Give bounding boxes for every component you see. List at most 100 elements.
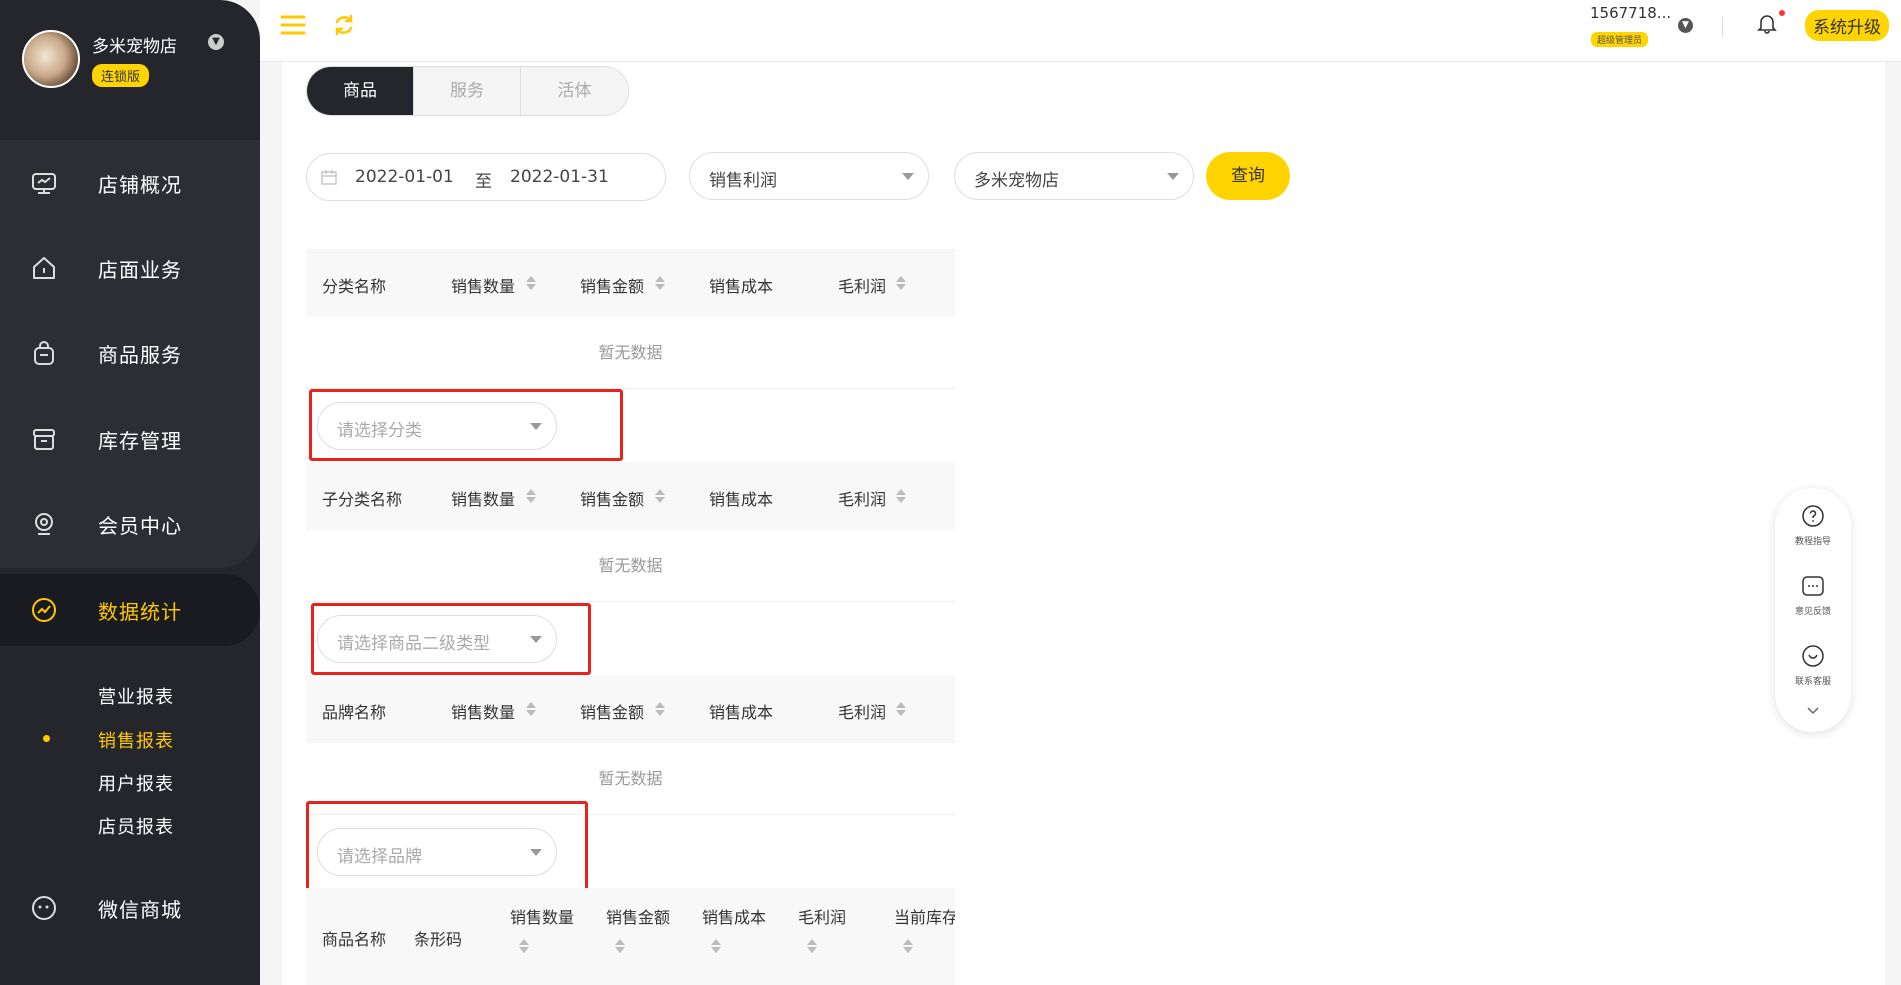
- date-end[interactable]: 2022-01-31: [510, 167, 609, 187]
- bell-icon[interactable]: [1756, 12, 1778, 34]
- column-header[interactable]: 销售数量: [510, 904, 574, 928]
- column-header: 销售成本: [709, 277, 774, 296]
- chevron-down-icon[interactable]: [1806, 706, 1820, 716]
- column-header[interactable]: 当前库存: [894, 904, 955, 928]
- help-item-tutorial[interactable]: 教程指导: [1775, 504, 1851, 547]
- help-item-customer-service[interactable]: 联系客服: [1775, 644, 1851, 687]
- sort-icon[interactable]: [895, 275, 907, 291]
- metric-select[interactable]: 销售利润: [689, 152, 929, 200]
- house-icon: [33, 257, 55, 279]
- sort-icon[interactable]: [654, 275, 666, 291]
- column-header[interactable]: 毛利润: [838, 486, 886, 510]
- brand-table-header: 品牌名称 销售数量 销售金额 销售成本 毛利润: [306, 675, 955, 743]
- notification-dot: [1779, 10, 1785, 16]
- column-header: 条形码: [414, 930, 463, 949]
- help-panel: 教程指导 意见反馈 联系客服: [1775, 488, 1851, 732]
- help-item-label: 教程指导: [1794, 537, 1831, 547]
- tab-live-animals[interactable]: 活体: [521, 67, 628, 115]
- date-start[interactable]: 2022-01-01: [355, 167, 454, 187]
- store-select[interactable]: 多米宠物店: [954, 152, 1194, 200]
- sort-icon[interactable]: [614, 938, 626, 954]
- highlight-box: [311, 603, 591, 675]
- sort-icon[interactable]: [525, 701, 537, 717]
- sidebar-subitem-sales-report[interactable]: 销售报表: [98, 727, 174, 753]
- monitor-icon: [32, 173, 56, 194]
- sort-icon[interactable]: [710, 938, 722, 954]
- sidebar-item-label: 店面业务: [98, 257, 182, 282]
- calendar-icon: [321, 170, 337, 185]
- active-indicator-dot: [43, 735, 50, 742]
- divider: [1722, 17, 1723, 37]
- column-header[interactable]: 毛利润: [798, 904, 846, 928]
- sidebar-item-inventory[interactable]: 库存管理: [0, 403, 260, 475]
- subcategory-table-header: 子分类名称 销售数量 销售金额 销售成本 毛利润: [306, 462, 955, 530]
- category-tabs: 商品 服务 活体: [306, 66, 629, 116]
- column-header[interactable]: 销售成本: [702, 904, 766, 928]
- sidebar-subitem-user-report[interactable]: 用户报表: [98, 770, 174, 796]
- sidebar-item-overview[interactable]: 店铺概况: [0, 147, 260, 219]
- tab-services[interactable]: 服务: [414, 67, 521, 115]
- sidebar-item-label: 会员中心: [98, 513, 182, 538]
- store-profile[interactable]: 多米宠物店 连锁版 ▼: [22, 28, 242, 94]
- sidebar-item-label: 微信商城: [98, 897, 182, 922]
- help-item-feedback[interactable]: 意见反馈: [1775, 574, 1851, 617]
- sidebar-item-store-business[interactable]: 店面业务: [0, 232, 260, 304]
- sort-icon[interactable]: [895, 701, 907, 717]
- chevron-down-icon[interactable]: ▼: [208, 34, 224, 50]
- menu-icon[interactable]: [280, 14, 306, 36]
- caret-down-icon: [1167, 173, 1179, 180]
- column-header[interactable]: 销售金额: [580, 699, 644, 723]
- empty-state: 暂无数据: [306, 317, 955, 389]
- sidebar-subitem-business-report[interactable]: 营业报表: [98, 683, 174, 709]
- chevron-down-icon[interactable]: ▼: [1678, 18, 1693, 33]
- column-header: 子分类名称: [322, 490, 403, 509]
- sidebar-item-wechat-mall[interactable]: 微信商城: [0, 872, 260, 944]
- user-account-name[interactable]: 1567718...: [1590, 4, 1671, 22]
- date-range-picker[interactable]: 2022-01-01 至 2022-01-31: [306, 153, 666, 201]
- sidebar-subitem-staff-report[interactable]: 店员报表: [98, 813, 174, 839]
- metric-select-value: 销售利润: [709, 171, 777, 191]
- sort-icon[interactable]: [654, 701, 666, 717]
- sidebar-item-label: 数据统计: [98, 599, 182, 624]
- tab-goods[interactable]: 商品: [307, 67, 414, 115]
- sidebar-item-label: 店铺概况: [98, 172, 182, 197]
- column-header[interactable]: 销售数量: [451, 273, 515, 297]
- highlight-box: [309, 389, 623, 461]
- sort-icon[interactable]: [654, 488, 666, 504]
- service-icon: [1802, 645, 1824, 667]
- sort-icon[interactable]: [806, 938, 818, 954]
- column-header[interactable]: 销售金额: [580, 273, 644, 297]
- sidebar-item-member-center[interactable]: 会员中心: [0, 488, 260, 560]
- chat-icon: [32, 896, 56, 920]
- column-header[interactable]: 销售数量: [451, 486, 515, 510]
- column-header[interactable]: 毛利润: [838, 699, 886, 723]
- sort-icon[interactable]: [525, 488, 537, 504]
- column-header: 销售成本: [709, 490, 774, 509]
- question-icon: [1802, 505, 1824, 527]
- sort-icon[interactable]: [902, 938, 914, 954]
- box-icon: [33, 429, 55, 450]
- sidebar-item-data-statistics[interactable]: 数据统计: [0, 574, 260, 646]
- column-header: 品牌名称: [322, 703, 387, 722]
- system-upgrade-button[interactable]: 系统升级: [1805, 10, 1889, 41]
- column-header[interactable]: 销售金额: [606, 904, 670, 928]
- sort-icon[interactable]: [895, 488, 907, 504]
- empty-state: 暂无数据: [306, 530, 955, 602]
- sort-icon[interactable]: [518, 938, 530, 954]
- store-edition-badge: 连锁版: [92, 64, 150, 87]
- column-header[interactable]: 销售金额: [580, 486, 644, 510]
- sort-icon[interactable]: [525, 275, 537, 291]
- role-badge: 超级管理员: [1591, 32, 1649, 47]
- sidebar-item-label: 库存管理: [98, 428, 182, 453]
- sidebar-item-label: 商品服务: [98, 342, 182, 367]
- column-header[interactable]: 毛利润: [838, 273, 886, 297]
- highlight-box: [306, 801, 588, 896]
- store-name: 多米宠物店: [92, 37, 177, 57]
- sidebar-item-goods-services[interactable]: 商品服务: [0, 317, 260, 389]
- category-table-header: 分类名称 销售数量 销售金额 销售成本 毛利润: [306, 249, 955, 317]
- column-header[interactable]: 销售数量: [451, 699, 515, 723]
- member-icon: [35, 513, 53, 535]
- query-button[interactable]: 查询: [1206, 152, 1290, 200]
- store-select-value: 多米宠物店: [974, 171, 1059, 191]
- refresh-icon[interactable]: [332, 13, 356, 37]
